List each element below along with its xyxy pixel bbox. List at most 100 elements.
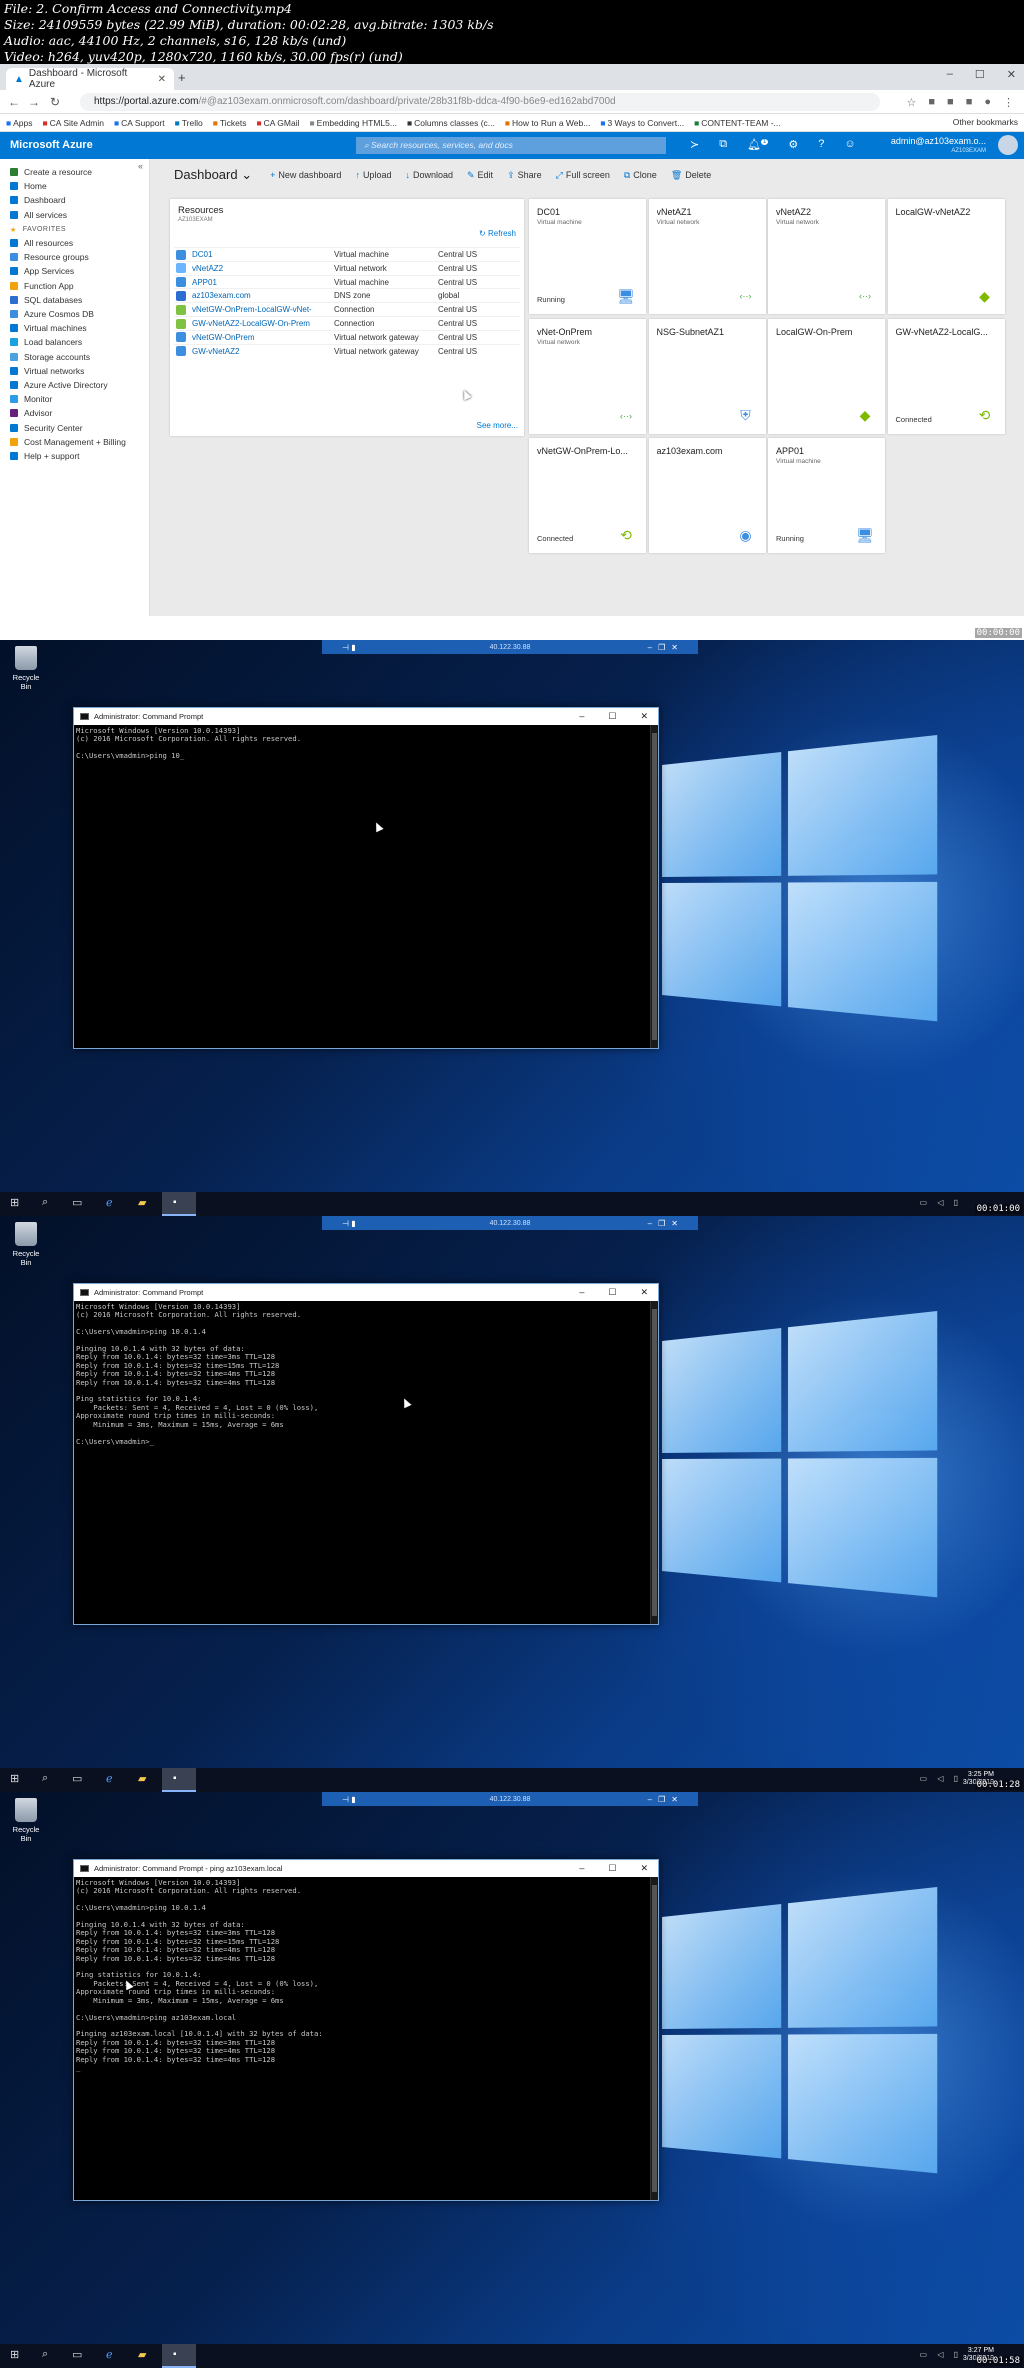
resource-tile[interactable]: LocalGW-On-Prem ◆	[768, 318, 885, 434]
pin-icon[interactable]: ⊣ ▮	[342, 1795, 356, 1804]
file-explorer-icon[interactable]: ▰	[138, 1196, 146, 1209]
rdp-window-controls[interactable]: –❐✕	[648, 643, 684, 652]
resource-name-link[interactable]: vNetGW-OnPrem-LocalGW-vNet-	[192, 305, 334, 314]
console-output[interactable]: Microsoft Windows [Version 10.0.14393] (…	[74, 725, 650, 1048]
reload-icon[interactable]: ↻	[50, 95, 60, 109]
sidebar-item-cost-management-billing[interactable]: Cost Management + Billing	[0, 435, 126, 449]
resource-name-link[interactable]: vNetAZ2	[192, 264, 334, 273]
profile-icon[interactable]: ●	[984, 96, 991, 109]
start-windows-icon[interactable]: ⊞	[10, 1772, 19, 1785]
bookmark-item[interactable]: ■ Apps	[6, 118, 33, 128]
url-field[interactable]: https://portal.azure.com/#@az103exam.onm…	[80, 93, 880, 111]
clone-button[interactable]: ⧉ Clone	[624, 170, 657, 181]
extension-icon[interactable]: ■	[966, 96, 973, 109]
cmd-taskbar-button[interactable]: ▪	[162, 2344, 196, 2368]
task-view-icon[interactable]: ▭	[72, 1196, 82, 1209]
download-button[interactable]: ↓ Download	[405, 170, 453, 180]
table-row[interactable]: GW-vNetAZ2 Virtual network gateway Central…	[174, 343, 520, 358]
resource-tile[interactable]: APP01 Virtual machine Running 🖥︎	[768, 438, 885, 553]
browser-tab[interactable]: ▲ Dashboard - Microsoft Azure ✕	[6, 68, 174, 90]
bookmark-item[interactable]: ■ Embedding HTML5...	[310, 118, 397, 128]
scrollbar[interactable]	[650, 1301, 658, 1624]
bookmark-item[interactable]: ■ CA Site Admin	[43, 118, 104, 128]
forward-icon[interactable]: →	[28, 95, 40, 109]
cmd-title-bar[interactable]: Administrator: Command Prompt - ping az1…	[74, 1860, 658, 1877]
sidebar-item-advisor[interactable]: Advisor	[0, 406, 52, 420]
full-screen-button[interactable]: ⤢ Full screen	[556, 170, 610, 181]
menu-icon[interactable]: ⋮	[1003, 96, 1014, 109]
sidebar-item-monitor[interactable]: Monitor	[0, 392, 52, 406]
help-icon[interactable]: ?	[818, 138, 824, 151]
table-row[interactable]: vNetGW-OnPrem-LocalGW-vNet- Connection Cen…	[174, 302, 520, 316]
sidebar-item-create-a-resource[interactable]: Create a resource	[0, 165, 92, 179]
cmd-title-bar[interactable]: Administrator: Command Prompt – ☐ ✕	[74, 1284, 658, 1301]
bookmark-item[interactable]: ■ CONTENT-TEAM -...	[694, 118, 780, 128]
rdp-window-controls[interactable]: –❐✕	[648, 1219, 684, 1228]
close-tab-icon[interactable]: ✕	[158, 74, 166, 85]
directory-filter-icon[interactable]: ⧉	[719, 138, 727, 151]
console-output[interactable]: Microsoft Windows [Version 10.0.14393] (…	[74, 1877, 650, 2200]
pin-icon[interactable]: ⊣ ▮	[342, 1219, 356, 1228]
maximize-icon[interactable]: ☐	[608, 1863, 616, 1874]
resource-tile[interactable]: vNetAZ2 Virtual network ‹··›	[768, 199, 885, 314]
share-button[interactable]: ⇪ Share	[507, 170, 542, 181]
new-dashboard-button[interactable]: + New dashboard	[270, 170, 341, 180]
cloud-shell-icon[interactable]: ≻	[690, 138, 699, 151]
resource-tile[interactable]: vNet-OnPrem Virtual network ‹··›	[529, 318, 646, 434]
table-row[interactable]: vNetGW-OnPrem Virtual network gateway Cent…	[174, 329, 520, 344]
system-tray-icons[interactable]: ▭ ◁ ▯	[919, 2350, 962, 2359]
table-row[interactable]: vNetAZ2 Virtual network Central US	[174, 260, 520, 275]
back-icon[interactable]: ←	[8, 95, 20, 109]
feedback-icon[interactable]: ☺	[844, 138, 855, 151]
search-icon[interactable]: ⌕	[42, 1772, 48, 1785]
new-tab-icon[interactable]: +	[178, 70, 186, 85]
start-windows-icon[interactable]: ⊞	[10, 1196, 19, 1209]
minimize-icon[interactable]: –	[947, 68, 953, 81]
internet-explorer-icon[interactable]: ℯ	[106, 2348, 113, 2361]
search-icon[interactable]: ⌕	[42, 2348, 48, 2361]
sidebar-item-all-services[interactable]: All services	[0, 208, 67, 222]
resource-tile[interactable]: vNetGW-OnPrem-Lo... Connected ⟲	[529, 438, 646, 553]
file-explorer-icon[interactable]: ▰	[138, 1772, 146, 1785]
recycle-bin[interactable]: Recycle Bin	[8, 646, 44, 691]
task-view-icon[interactable]: ▭	[72, 1772, 82, 1785]
sidebar-item-app-services[interactable]: App Services	[0, 264, 74, 278]
bookmark-item[interactable]: ■ Columns classes (c...	[407, 118, 495, 128]
settings-gear-icon[interactable]: ⚙	[788, 138, 798, 151]
bookmark-item[interactable]: ■ CA Support	[114, 118, 165, 128]
dashboard-title[interactable]: Dashboard ⌄	[174, 167, 252, 183]
cmd-taskbar-button[interactable]: ▪	[162, 1192, 196, 1216]
azure-logo[interactable]: Microsoft Azure	[10, 139, 93, 151]
system-tray-icons[interactable]: ▭ ◁ ▯	[919, 1198, 962, 1207]
table-row[interactable]: DC01 Virtual machine Central US	[174, 247, 520, 261]
search-icon[interactable]: ⌕	[42, 1196, 48, 1209]
minimize-icon[interactable]: –	[579, 1863, 584, 1874]
sidebar-item-azure-active-directory[interactable]: Azure Active Directory	[0, 378, 108, 392]
command-prompt-window[interactable]: Administrator: Command Prompt – ☐ ✕ Micr…	[73, 707, 659, 1049]
resource-tile[interactable]: az103exam.com ◉	[648, 438, 766, 553]
bookmark-item[interactable]: ■ Tickets	[213, 118, 247, 128]
internet-explorer-icon[interactable]: ℯ	[106, 1772, 113, 1785]
extension-icon[interactable]: ■	[928, 96, 935, 109]
sidebar-item-storage-accounts[interactable]: Storage accounts	[0, 350, 90, 364]
resource-tile[interactable]: DC01 Virtual machine Running 🖥︎	[529, 199, 646, 314]
sidebar-item-load-balancers[interactable]: Load balancers	[0, 335, 82, 349]
resource-name-link[interactable]: GW-vNetAZ2	[192, 347, 334, 356]
sidebar-item-home[interactable]: Home	[0, 179, 47, 193]
rdp-window-controls[interactable]: –❐✕	[648, 1795, 684, 1804]
scrollbar[interactable]	[650, 725, 658, 1048]
edit-button[interactable]: ✎ Edit	[467, 170, 493, 181]
task-view-icon[interactable]: ▭	[72, 2348, 82, 2361]
see-more-link[interactable]: See more...	[477, 421, 518, 430]
refresh-button[interactable]: ↻ Refresh	[479, 229, 516, 238]
other-bookmarks[interactable]: Other bookmarks	[953, 117, 1018, 127]
delete-button[interactable]: 🗑︎ Delete	[671, 170, 711, 181]
sidebar-item-security-center[interactable]: Security Center	[0, 421, 83, 435]
command-prompt-window[interactable]: Administrator: Command Prompt - ping az1…	[73, 1859, 659, 2201]
system-tray-icons[interactable]: ▭ ◁ ▯	[919, 1774, 962, 1783]
sidebar-item-sql-databases[interactable]: SQL databases	[0, 293, 82, 307]
minimize-icon[interactable]: –	[579, 1287, 584, 1298]
table-row[interactable]: GW-vNetAZ2-LocalGW-On-Prem Connection Cent…	[174, 316, 520, 330]
recycle-bin[interactable]: Recycle Bin	[8, 1798, 44, 1843]
table-row[interactable]: az103exam.com DNS zone global	[174, 288, 520, 302]
